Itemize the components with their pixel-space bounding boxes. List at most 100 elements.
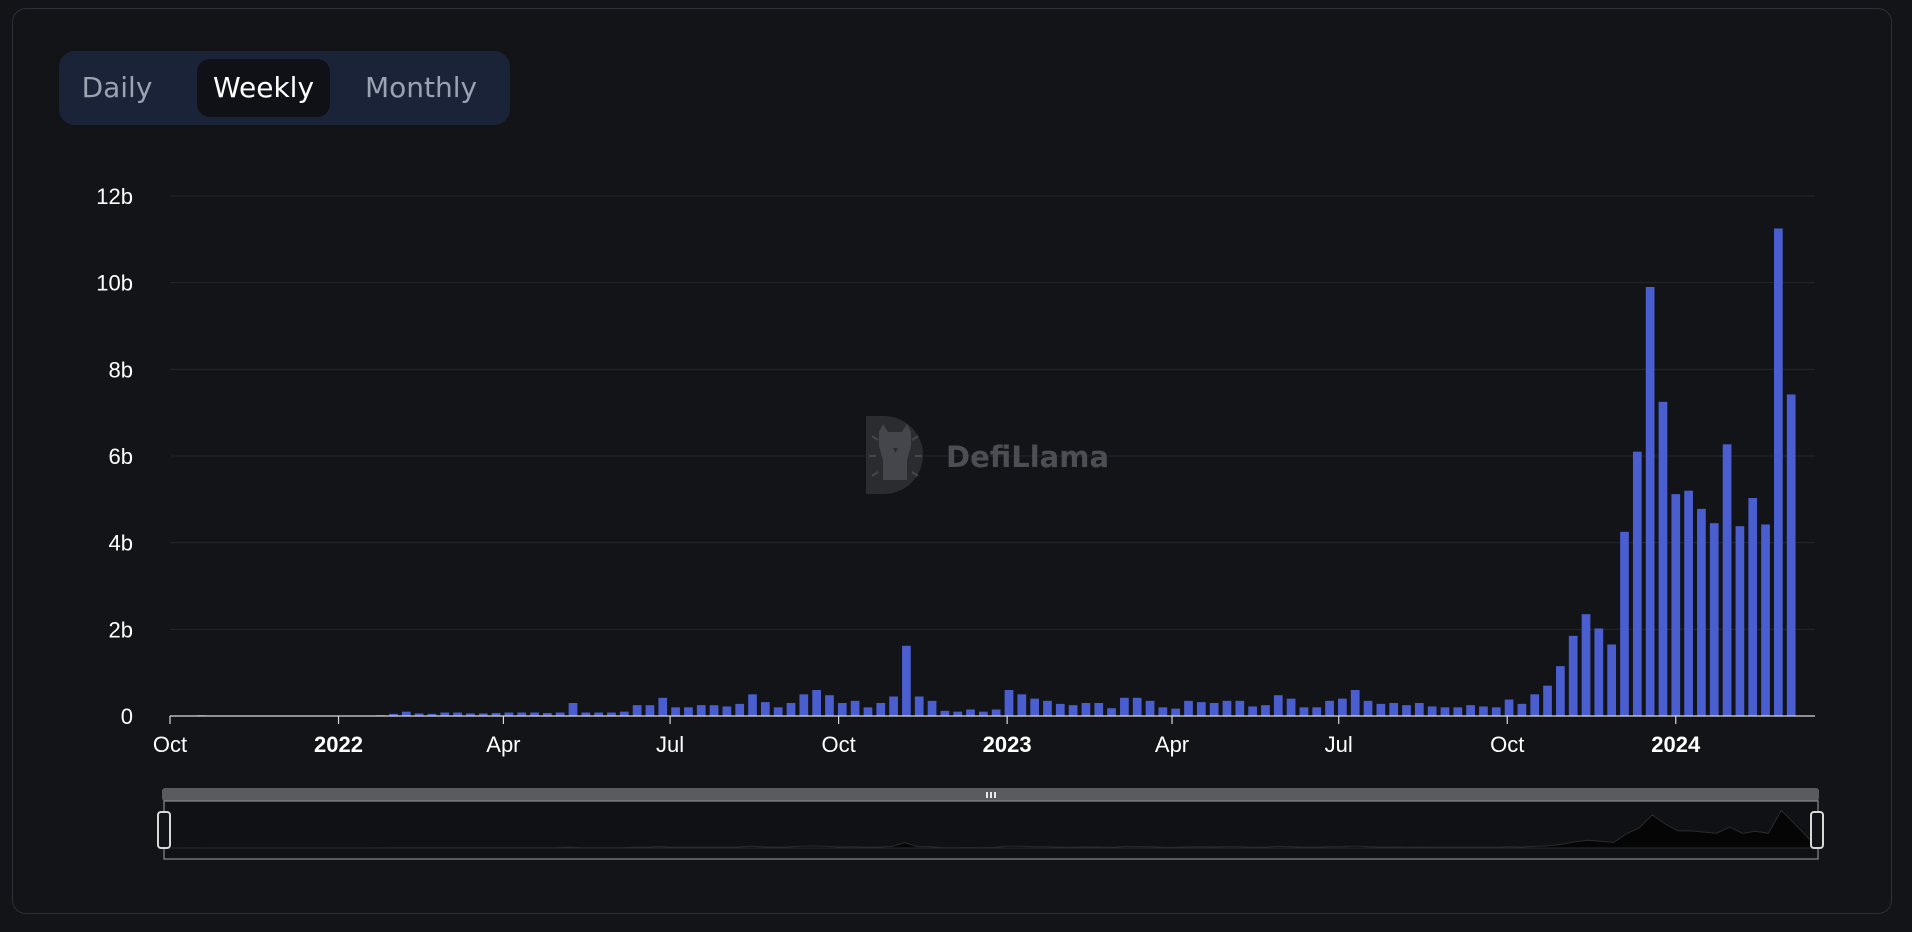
bar: [1081, 703, 1091, 716]
bar: [1376, 703, 1386, 716]
bar: [1453, 707, 1463, 716]
bar: [1017, 694, 1027, 716]
bar: [863, 707, 873, 716]
watermark-text: DefiLlama: [946, 440, 1109, 474]
bar: [1158, 707, 1168, 716]
bar: [1414, 703, 1424, 716]
y-tick-label: 2b: [109, 617, 133, 642]
bar: [1068, 705, 1078, 716]
bar: [619, 711, 629, 716]
bar: [966, 709, 975, 716]
bar: [902, 645, 911, 716]
bar: [1632, 451, 1642, 716]
bar: [1761, 524, 1770, 716]
bar: [1171, 708, 1181, 716]
slider-left-handle[interactable]: [157, 811, 171, 849]
bar: [1722, 444, 1732, 716]
y-tick-label: 0: [121, 704, 133, 729]
bar: [1094, 703, 1104, 716]
bar: [709, 705, 719, 716]
bar: [1697, 508, 1706, 716]
bar: [1261, 705, 1270, 716]
y-tick-label: 6b: [109, 444, 133, 469]
bar: [1043, 700, 1052, 716]
bar: [1273, 695, 1283, 716]
bar: [1568, 635, 1578, 716]
bar: [1286, 698, 1296, 716]
x-tick-label: Apr: [486, 732, 520, 757]
bar: [1209, 703, 1219, 716]
bar: [991, 709, 1001, 716]
bar: [1517, 703, 1527, 716]
bar: [658, 697, 668, 716]
bar: [1338, 698, 1347, 716]
bar: [825, 695, 834, 716]
bar: [1466, 705, 1475, 716]
bar: [696, 705, 706, 716]
bar: [1325, 700, 1334, 716]
slider-right-handle[interactable]: [1810, 811, 1824, 849]
bar: [889, 696, 898, 716]
bar: [786, 703, 796, 716]
bar: [799, 694, 809, 716]
bar: [1581, 614, 1591, 716]
y-tick-label: 8b: [109, 357, 133, 382]
bar: [401, 711, 411, 716]
defillama-watermark: DefiLlama: [866, 416, 1109, 494]
bar: [1184, 700, 1193, 716]
slider-window[interactable]: [163, 800, 1819, 860]
bar: [748, 694, 757, 716]
bar: [1350, 690, 1360, 716]
bar: [1671, 494, 1681, 716]
bar: [850, 700, 860, 716]
x-tick-label: Apr: [1155, 732, 1189, 757]
bar: [1786, 394, 1796, 716]
bar: [722, 706, 732, 716]
x-tick-label: Oct: [822, 732, 856, 757]
bar: [927, 700, 937, 716]
bar: [773, 707, 783, 716]
bar: [1312, 707, 1322, 716]
bar: [1658, 401, 1668, 716]
x-tick-label: 2022: [314, 732, 363, 757]
bar: [1055, 703, 1065, 716]
bar: [953, 711, 963, 716]
bar: [1543, 685, 1552, 716]
bar: [1735, 526, 1745, 716]
y-tick-label: 12b: [96, 184, 133, 209]
bar: [735, 703, 745, 716]
grid-lines: [170, 195, 1815, 630]
y-tick-label: 4b: [109, 531, 133, 556]
zoom-slider[interactable]: [157, 788, 1824, 860]
bar: [1389, 703, 1399, 716]
x-tick-label: Oct: [153, 732, 187, 757]
y-tick-label: 10b: [96, 271, 133, 296]
llama-logo-icon: [866, 416, 923, 494]
bar: [1479, 706, 1488, 716]
bar-chart: DefiLlama 0 2b 4b 6b 8b 10b 12b Oct 2022 Apr Jul Oc…: [96, 184, 1824, 860]
x-tick-label: 2023: [983, 732, 1032, 757]
bar: [1004, 690, 1014, 716]
bar: [568, 703, 578, 716]
bar: [1440, 707, 1450, 716]
bar: [1222, 700, 1232, 716]
bar: [632, 705, 642, 716]
bar: [760, 702, 770, 716]
bar: [1709, 523, 1719, 716]
bar: [1402, 705, 1411, 716]
bar: [671, 707, 680, 716]
bar: [1684, 490, 1693, 716]
bar: [1196, 702, 1206, 716]
x-tick-label: Jul: [656, 732, 684, 757]
bar: [1491, 707, 1501, 716]
bar: [876, 703, 886, 716]
bar: [812, 690, 822, 716]
bar: [1645, 287, 1655, 716]
drag-grip-icon: [986, 792, 996, 798]
bar: [1030, 698, 1039, 716]
bar: [1556, 666, 1565, 716]
x-tick-label: Oct: [1490, 732, 1524, 757]
bar: [1620, 531, 1629, 716]
bar: [1363, 700, 1373, 716]
bar: [1107, 708, 1116, 716]
